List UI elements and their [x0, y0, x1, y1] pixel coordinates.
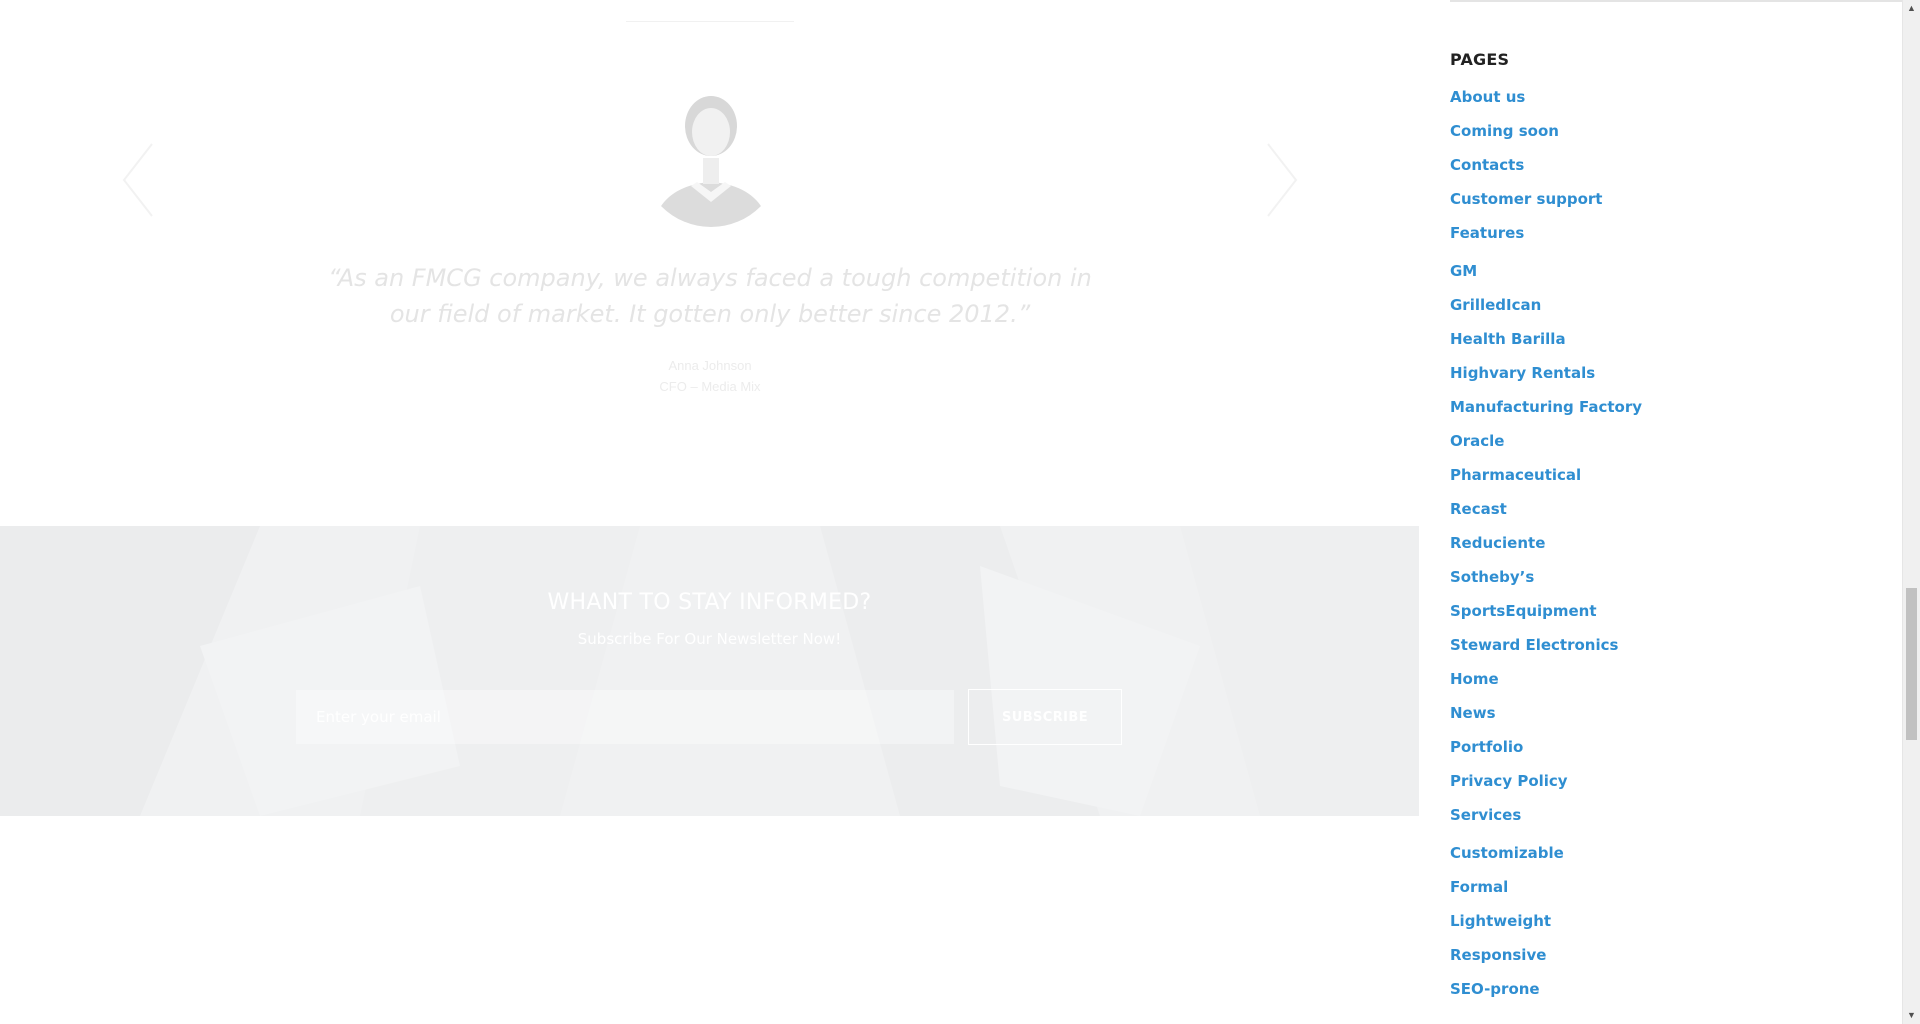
page-link-features[interactable]: Features	[1450, 224, 1524, 242]
page-link-seo-prone[interactable]: SEO-prone	[1450, 980, 1540, 998]
scroll-down-arrow-icon[interactable]: ▼	[1903, 1007, 1920, 1024]
page-link-gm[interactable]: GM	[1450, 262, 1477, 280]
newsletter-section: WHANT TO STAY INFORMED? Subscribe For Ou…	[0, 526, 1419, 816]
pages-list-item: GM	[1450, 260, 1642, 294]
pages-list-item: Pharmaceutical	[1450, 464, 1642, 498]
page-link-sportsequipment[interactable]: SportsEquipment	[1450, 602, 1597, 620]
pages-list-item: Steward Electronics	[1450, 634, 1642, 668]
pages-list-item: SEO-prone	[1450, 978, 1642, 1012]
newsletter-background-texture	[0, 526, 1419, 816]
testimonial-author-role: CFO – Media Mix	[659, 379, 761, 394]
pages-list-item: Highvary Rentals	[1450, 362, 1642, 396]
pages-list-item: Oracle	[1450, 430, 1642, 464]
page-link-recast[interactable]: Recast	[1450, 500, 1507, 518]
pages-list-item: Health Barilla	[1450, 328, 1642, 362]
pages-list-item: Contacts	[1450, 154, 1642, 188]
page: “As an FMCG company, we always faced a t…	[0, 0, 1920, 1024]
page-link-customer-support[interactable]: Customer support	[1450, 190, 1602, 208]
page-link-customizable[interactable]: Customizable	[1450, 844, 1564, 862]
page-link-formal[interactable]: Formal	[1450, 878, 1508, 896]
page-link-contacts[interactable]: Contacts	[1450, 156, 1524, 174]
pages-list-item: Services	[1450, 804, 1642, 838]
page-link-steward-electronics[interactable]: Steward Electronics	[1450, 636, 1618, 654]
subscribe-button[interactable]: SUBSCRIBE	[968, 689, 1122, 745]
page-link-news[interactable]: News	[1450, 704, 1496, 722]
pages-list-item: Recast	[1450, 498, 1642, 532]
page-link-about-us[interactable]: About us	[1450, 88, 1525, 106]
page-link-pharmaceutical[interactable]: Pharmaceutical	[1450, 466, 1581, 484]
pages-list-item: Features	[1450, 222, 1642, 256]
newsletter-title: WHANT TO STAY INFORMED?	[547, 590, 872, 615]
page-link-manufacturing-factory[interactable]: Manufacturing Factory	[1450, 398, 1642, 416]
testimonial-avatar	[645, 86, 777, 228]
page-link-oracle[interactable]: Oracle	[1450, 432, 1504, 450]
page-link-reduciente[interactable]: Reduciente	[1450, 534, 1545, 552]
pages-list-item: Coming soon	[1450, 120, 1642, 154]
page-link-grilledican[interactable]: GrilledIcan	[1450, 296, 1541, 314]
page-link-privacy-policy[interactable]: Privacy Policy	[1450, 772, 1568, 790]
sidebar: PAGES About us Coming soon Contacts Cust…	[1419, 0, 1902, 1024]
newsletter-email-input[interactable]	[296, 690, 954, 744]
newsletter-subtitle: Subscribe For Our Newsletter Now!	[577, 630, 842, 648]
page-link-health-barilla[interactable]: Health Barilla	[1450, 330, 1566, 348]
pages-list-item: News	[1450, 702, 1642, 736]
testimonial-author-name: Anna Johnson	[668, 358, 752, 373]
pages-list-item: GrilledIcan	[1450, 294, 1642, 328]
testimonial-quote: “As an FMCG company, we always faced a t…	[328, 264, 1092, 328]
page-link-highvary-rentals[interactable]: Highvary Rentals	[1450, 364, 1595, 382]
pages-list-item: Home	[1450, 668, 1642, 702]
pages-list-item: Responsive	[1450, 944, 1642, 978]
sidebar-divider	[1450, 0, 1902, 2]
vertical-scrollbar[interactable]: ▲ ▼	[1902, 0, 1920, 1024]
pages-list-item: About us	[1450, 86, 1642, 120]
main-content: “As an FMCG company, we always faced a t…	[0, 0, 1419, 1024]
pages-list-item: Privacy Policy	[1450, 770, 1642, 804]
pages-list-item: Portfolio	[1450, 736, 1642, 770]
page-link-lightweight[interactable]: Lightweight	[1450, 912, 1551, 930]
pages-list-item: Customizable	[1450, 842, 1642, 876]
pages-list-item: Sotheby’s	[1450, 566, 1642, 600]
scroll-up-arrow-icon[interactable]: ▲	[1903, 0, 1920, 17]
pages-list: About us Coming soon Contacts Customer s…	[1450, 86, 1642, 1012]
pages-list-item: Manufacturing Factory	[1450, 396, 1642, 430]
page-link-services[interactable]: Services	[1450, 806, 1521, 824]
slider-next-arrow-icon[interactable]	[1260, 140, 1300, 220]
page-link-sothebys[interactable]: Sotheby’s	[1450, 568, 1534, 586]
page-link-coming-soon[interactable]: Coming soon	[1450, 122, 1559, 140]
pages-list-item: Lightweight	[1450, 910, 1642, 944]
page-link-responsive[interactable]: Responsive	[1450, 946, 1546, 964]
page-link-home[interactable]: Home	[1450, 670, 1499, 688]
testimonial-slider: “As an FMCG company, we always faced a t…	[0, 0, 1419, 526]
scrollbar-thumb[interactable]	[1906, 588, 1917, 740]
page-link-portfolio[interactable]: Portfolio	[1450, 738, 1523, 756]
slider-prev-arrow-icon[interactable]	[120, 140, 160, 220]
pages-list-item: Reduciente	[1450, 532, 1642, 566]
pages-widget-heading: PAGES	[1450, 50, 1510, 69]
pages-list-item: SportsEquipment	[1450, 600, 1642, 634]
pages-list-item: Customer support	[1450, 188, 1642, 222]
pages-list-item: Formal	[1450, 876, 1642, 910]
